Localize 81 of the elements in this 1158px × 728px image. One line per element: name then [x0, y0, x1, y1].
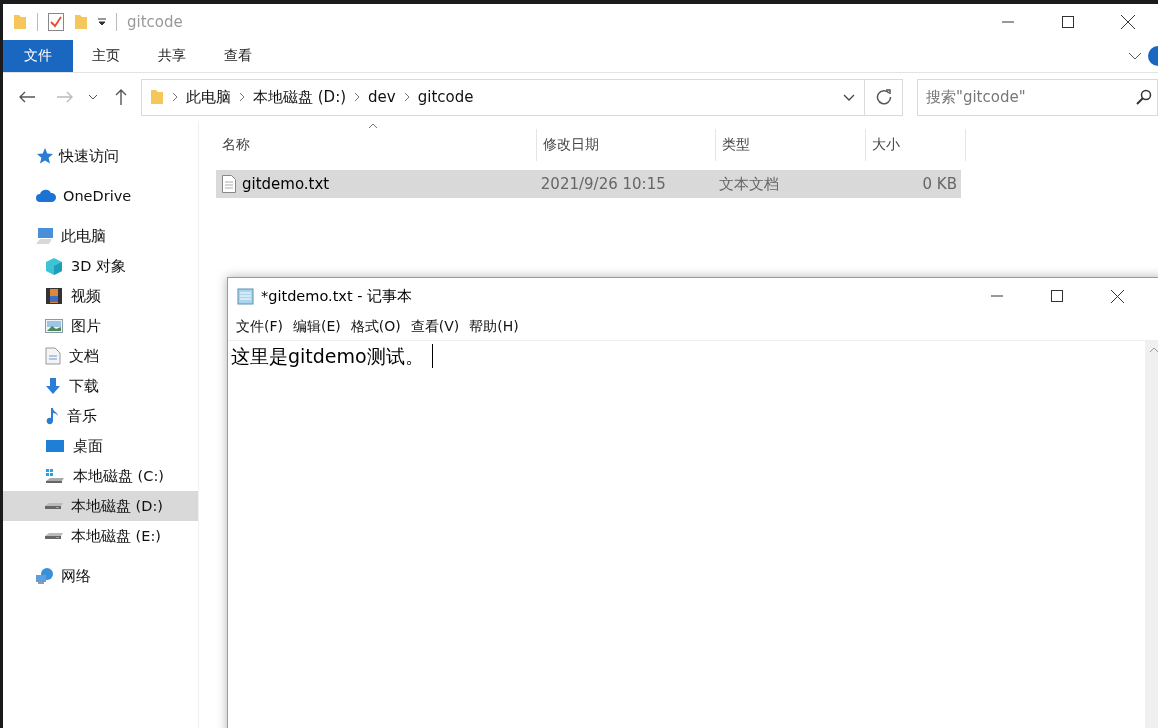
menu-item[interactable]: 格式(O): [345, 318, 406, 336]
drive-icon: [45, 533, 63, 539]
maximize-icon: [1051, 290, 1063, 302]
folder-icon: [13, 14, 27, 30]
text-editor[interactable]: 这里是gitdemo测试。: [228, 341, 1145, 728]
desktop-icon: [45, 438, 65, 454]
music-note-icon: [45, 407, 59, 425]
sort-up-icon: [368, 123, 378, 129]
sidebar-item[interactable]: OneDrive: [3, 181, 198, 211]
close-icon: [1110, 289, 1124, 303]
file-size: 0 KB: [922, 175, 957, 193]
chevron-right-icon: [172, 92, 178, 102]
chevron-down-icon: [1128, 52, 1142, 60]
ribbon-tab[interactable]: 文件: [3, 40, 73, 72]
maximize-icon: [1062, 16, 1074, 28]
sidebar-item[interactable]: 图片: [3, 311, 198, 341]
image-icon: [45, 319, 63, 333]
file-type: 文本文档: [718, 174, 779, 194]
properties-icon: [48, 13, 64, 31]
breadcrumb[interactable]: 本地磁盘 (D:): [253, 87, 347, 107]
chevron-right-icon: [354, 92, 361, 102]
sidebar-item[interactable]: 音乐: [3, 401, 198, 431]
column-header[interactable]: 类型: [716, 129, 866, 161]
sidebar-item[interactable]: 本地磁盘 (C:): [3, 461, 198, 491]
search-icon: [1136, 88, 1152, 105]
close-icon: [1121, 15, 1135, 29]
window-title: gitcode: [127, 13, 183, 31]
download-arrow-icon: [45, 377, 61, 395]
modified-date: 2021/9/26 10:15: [540, 175, 666, 193]
menu-item[interactable]: 查看(V): [405, 318, 465, 336]
ribbon-tab[interactable]: 查看: [205, 40, 271, 72]
address-bar[interactable]: 此电脑 本地磁盘 (D:) dev gitcode: [141, 78, 865, 116]
menu-item[interactable]: 帮助(H): [464, 318, 524, 336]
sidebar-item[interactable]: 桌面: [3, 431, 198, 461]
ribbon-tab[interactable]: 主页: [73, 40, 139, 72]
computer-icon: [35, 227, 55, 245]
sidebar-item[interactable]: 此电脑: [3, 221, 198, 251]
dropdown-icon: [98, 18, 106, 26]
folder-icon: [74, 14, 88, 30]
sidebar-item[interactable]: 文档: [3, 341, 198, 371]
refresh-button[interactable]: [865, 78, 903, 116]
sidebar-item[interactable]: 网络: [3, 561, 198, 591]
breadcrumb[interactable]: dev: [368, 88, 396, 106]
file-name: gitdemo.txt: [242, 175, 330, 193]
file-row[interactable]: gitdemo.txt 2021/9/26 10:15 文本文档 0 KB: [216, 170, 961, 198]
star-icon: [35, 147, 53, 165]
chevron-right-icon: [239, 92, 245, 102]
document-icon: [45, 347, 61, 365]
up-arrow-icon: [115, 89, 127, 105]
breadcrumb[interactable]: gitcode: [417, 88, 474, 106]
sidebar-item[interactable]: 3D 对象: [3, 251, 198, 281]
sidebar-item[interactable]: 快速访问: [3, 141, 198, 171]
breadcrumb[interactable]: 此电脑: [186, 87, 231, 107]
drive-icon: [45, 503, 63, 509]
scroll-up-icon: [1149, 347, 1158, 353]
sidebar-item[interactable]: 视频: [3, 281, 198, 311]
cloud-icon: [35, 189, 57, 203]
column-header[interactable]: 修改日期: [537, 129, 716, 161]
back-arrow-icon: [19, 91, 35, 103]
column-header[interactable]: 名称: [216, 129, 537, 161]
cube-icon: [45, 257, 63, 275]
notepad-icon: [237, 287, 255, 305]
column-header[interactable]: 大小: [866, 129, 966, 161]
sidebar-item[interactable]: 本地磁盘 (D:): [3, 491, 198, 521]
chevron-down-icon: [843, 93, 855, 101]
search-field[interactable]: 搜索"gitcode": [917, 78, 1158, 116]
film-icon: [45, 287, 63, 305]
sidebar-item[interactable]: 本地磁盘 (E:): [3, 521, 198, 551]
text-file-icon: [222, 175, 236, 193]
menu-item[interactable]: 编辑(E): [288, 318, 346, 336]
network-icon: [35, 567, 55, 585]
window-title: *gitdemo.txt - 记事本: [261, 286, 413, 306]
sidebar-item[interactable]: 下载: [3, 371, 198, 401]
chevron-right-icon: [403, 92, 410, 102]
menu-item[interactable]: 文件(F): [231, 318, 288, 336]
folder-icon: [150, 89, 164, 105]
drive-icon: [45, 468, 65, 484]
refresh-icon: [875, 89, 892, 105]
ribbon-tab[interactable]: 共享: [139, 40, 205, 72]
forward-arrow-icon: [57, 91, 73, 103]
chevron-down-icon: [88, 94, 98, 100]
